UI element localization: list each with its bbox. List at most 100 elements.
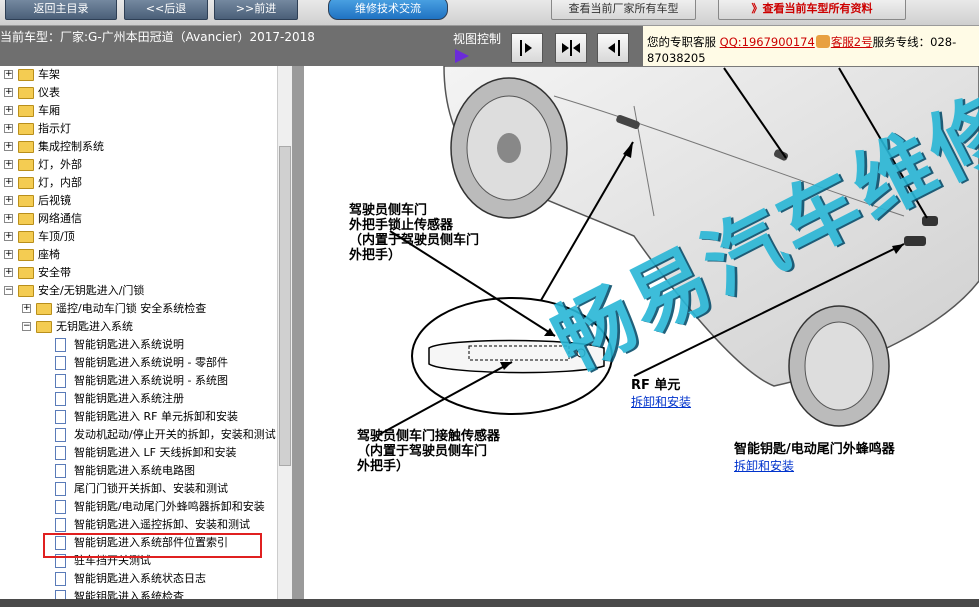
tree-node-label: 无钥匙进入系统 xyxy=(56,320,133,333)
folder-icon xyxy=(18,231,34,243)
tree-node[interactable]: + 座椅 xyxy=(0,246,277,264)
tree-node-label: 车架 xyxy=(38,68,60,81)
tree-node-label: 智能钥匙进入 RF 单元拆卸和安装 xyxy=(74,410,238,423)
expand-icon[interactable]: + xyxy=(4,106,13,115)
tree-node-label: 车厢 xyxy=(38,104,60,117)
document-icon xyxy=(55,464,66,478)
tree-node-label: 智能钥匙进入系统说明 - 系统图 xyxy=(74,374,228,387)
tree-node[interactable]: 智能钥匙进入系统状态日志 xyxy=(0,570,277,588)
expand-icon[interactable]: + xyxy=(4,142,13,151)
folder-icon xyxy=(18,141,34,153)
expand-icon[interactable]: + xyxy=(4,268,13,277)
back-button[interactable]: <<后退 xyxy=(124,0,208,20)
tree-node[interactable]: 智能钥匙进入系统说明 - 系统图 xyxy=(0,372,277,390)
tree-node-label: 后视镜 xyxy=(38,194,71,207)
expand-icon[interactable]: + xyxy=(4,232,13,241)
tree-node-label: 遥控/电动车门锁 安全系统检查 xyxy=(56,302,207,315)
tree-node[interactable]: + 后视镜 xyxy=(0,192,277,210)
document-icon xyxy=(55,374,66,388)
scroll-thumb[interactable] xyxy=(279,146,291,466)
expand-icon[interactable]: + xyxy=(4,70,13,79)
tree-node[interactable]: 尾门门锁开关拆卸、安装和测试 xyxy=(0,480,277,498)
nav-tree: + 车架 + 仪表 + 车厢 + 指示灯 + 集成控制系统 + 灯，外部 + 灯，内部 + 后视镜 + 网络通信 +… xyxy=(0,66,292,599)
expand-left-button[interactable] xyxy=(511,33,543,63)
document-icon xyxy=(55,428,66,442)
view-all-button[interactable]: 》查看当前车型所有资料 xyxy=(718,0,906,20)
tree-node-label: 智能钥匙进入系统说明 - 零部件 xyxy=(74,356,228,369)
home-button[interactable]: 返回主目录 xyxy=(5,0,117,20)
tree-node-label: 智能钥匙进入 LF 天线拆卸和安装 xyxy=(74,446,237,459)
expand-icon[interactable]: + xyxy=(4,160,13,169)
folder-icon xyxy=(18,87,34,99)
panel-left-icon xyxy=(608,40,620,56)
rf-unit-link[interactable]: 拆卸和安装 xyxy=(631,393,691,410)
handle-lock-sensor-caption: 驾驶员侧车门 外把手锁止传感器 （内置于驾驶员侧车门 外把手） xyxy=(349,203,479,263)
current-model: 当前车型：厂家:G-广州本田冠道（Avancier）2017-2018 xyxy=(0,30,315,44)
status-bar xyxy=(0,599,979,607)
tree-node[interactable]: 智能钥匙进入系统说明 xyxy=(0,336,277,354)
expand-icon[interactable]: + xyxy=(4,88,13,97)
tree-node[interactable]: + 遥控/电动车门锁 安全系统检查 xyxy=(0,300,277,318)
tree-node-label: 智能钥匙进入系统检查 xyxy=(74,590,184,599)
expand-right-button[interactable] xyxy=(597,33,629,63)
tree-node-label: 网络通信 xyxy=(38,212,82,225)
document-icon xyxy=(55,356,66,370)
tree-node[interactable]: + 车顶/顶 xyxy=(0,228,277,246)
expand-icon[interactable]: + xyxy=(4,178,13,187)
tree-node[interactable]: + 车架 xyxy=(0,66,277,84)
tree-node[interactable]: + 灯，外部 xyxy=(0,156,277,174)
tree-node-label: 座椅 xyxy=(38,248,60,261)
expand-icon[interactable]: − xyxy=(4,286,13,295)
buzzer-link[interactable]: 拆卸和安装 xyxy=(734,457,794,474)
top-toolbar: 返回主目录 <<后退 >>前进 维修技术交流 查看当前厂家所有车型 》查看当前车… xyxy=(0,0,979,26)
folder-icon xyxy=(18,159,34,171)
tree-node-label: 车顶/顶 xyxy=(38,230,75,243)
tree-node[interactable]: 智能钥匙/电动尾门外蜂鸣器拆卸和安装 xyxy=(0,498,277,516)
expand-icon[interactable]: + xyxy=(4,196,13,205)
tree-node[interactable]: 智能钥匙进入 LF 天线拆卸和安装 xyxy=(0,444,277,462)
qq-link[interactable]: QQ:1967900174 xyxy=(720,35,815,49)
expand-icon[interactable]: + xyxy=(4,124,13,133)
customer-service: 您的专职客服 QQ:1967900174 客服2号服务专线：028- 870382… xyxy=(643,26,979,66)
folder-icon xyxy=(18,69,34,81)
tree-node[interactable]: 智能钥匙进入 RF 单元拆卸和安装 xyxy=(0,408,277,426)
tree-node[interactable]: + 车厢 xyxy=(0,102,277,120)
folder-icon xyxy=(18,267,34,279)
tree-node[interactable]: + 网络通信 xyxy=(0,210,277,228)
door-contact-sensor-caption: 驾驶员侧车门接触传感器 （内置于驾驶员侧车门 外把手） xyxy=(357,429,500,474)
tree-node[interactable]: + 灯，内部 xyxy=(0,174,277,192)
tree-node-label: 安全/无钥匙进入/门锁 xyxy=(38,284,145,297)
tree-node-label: 尾门门锁开关拆卸、安装和测试 xyxy=(74,482,228,495)
tree-node[interactable]: − 安全/无钥匙进入/门锁 xyxy=(0,282,277,300)
split-view-button[interactable] xyxy=(555,33,587,63)
hotline-label: 服务专线：028- xyxy=(872,35,957,49)
tree-node[interactable]: 智能钥匙进入系统检查 xyxy=(0,588,277,599)
tree-node-label: 智能钥匙进入系统电路图 xyxy=(74,464,195,477)
tree-node[interactable]: + 集成控制系统 xyxy=(0,138,277,156)
kf2-link[interactable]: 客服2号 xyxy=(831,35,873,49)
tree-node[interactable]: 智能钥匙进入系统电路图 xyxy=(0,462,277,480)
view-models-button[interactable]: 查看当前厂家所有车型 xyxy=(551,0,696,20)
expand-icon[interactable]: − xyxy=(22,322,31,331)
tree-node[interactable]: + 仪表 xyxy=(0,84,277,102)
expand-icon[interactable]: + xyxy=(4,250,13,259)
tree-node[interactable]: 发动机起动/停止开关的拆卸，安装和测试 xyxy=(0,426,277,444)
tree-node[interactable]: 智能钥匙进入系统说明 - 零部件 xyxy=(0,354,277,372)
tree-scrollbar[interactable] xyxy=(277,66,292,599)
tree-node[interactable]: + 安全带 xyxy=(0,264,277,282)
tree-node[interactable]: 智能钥匙进入遥控拆卸、安装和测试 xyxy=(0,516,277,534)
caption-line: 驾驶员侧车门 xyxy=(349,203,428,218)
panel-divider[interactable] xyxy=(292,66,304,599)
folder-icon xyxy=(18,285,34,297)
expand-icon[interactable]: + xyxy=(4,214,13,223)
tree-node[interactable]: − 无钥匙进入系统 xyxy=(0,318,277,336)
panel-right-icon xyxy=(520,40,532,56)
tree-node[interactable]: 智能钥匙进入系统注册 xyxy=(0,390,277,408)
tech-exchange-button[interactable]: 维修技术交流 xyxy=(328,0,448,20)
forward-button[interactable]: >>前进 xyxy=(214,0,298,20)
expand-icon[interactable]: + xyxy=(22,304,31,313)
folder-icon xyxy=(18,177,34,189)
document-icon xyxy=(55,392,66,406)
document-icon xyxy=(55,410,66,424)
tree-node[interactable]: + 指示灯 xyxy=(0,120,277,138)
